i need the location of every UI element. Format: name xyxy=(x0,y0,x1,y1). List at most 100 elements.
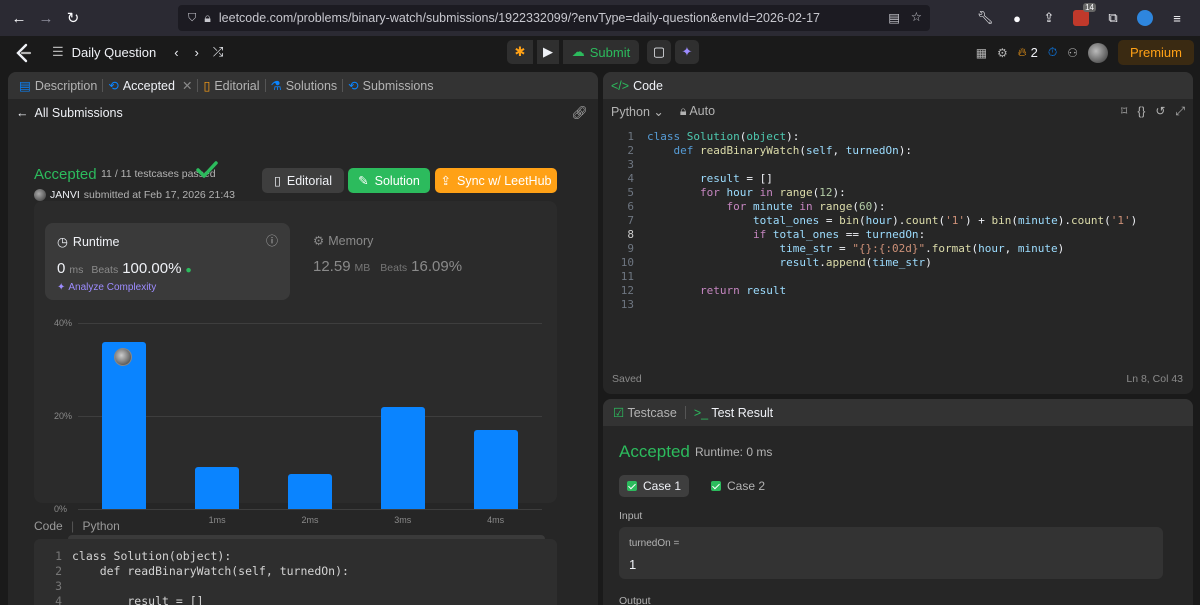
bookmark-star-icon[interactable]: ☆ xyxy=(911,9,922,24)
extension-avatar-icon[interactable]: ● xyxy=(1006,7,1028,29)
chip-icon: ⚙ xyxy=(313,234,325,248)
premium-button[interactable]: Premium xyxy=(1117,40,1194,65)
settings-gear-icon[interactable]: ⚙ xyxy=(997,46,1008,60)
runtime-beats-label: Beats xyxy=(91,264,119,276)
share-link-icon[interactable]: 🔗︎ xyxy=(571,105,588,121)
submit-button[interactable]: ☁ Submit xyxy=(563,40,639,64)
tab-editorial[interactable]: ▯ Editorial xyxy=(198,78,264,94)
output-label: Output xyxy=(619,595,651,605)
bookmark-icon[interactable]: ⌑ xyxy=(1121,104,1127,119)
y-tick-label: 0% xyxy=(54,504,68,514)
info-icon[interactable]: ⓘ xyxy=(266,232,278,249)
tab-description[interactable]: ▤ Description xyxy=(14,78,102,94)
url-text: leetcode.com/problems/binary-watch/submi… xyxy=(218,11,820,25)
runtime-value: 0 xyxy=(57,260,66,277)
runtime-unit: ms xyxy=(69,264,84,276)
timer-icon[interactable]: ⏱ xyxy=(1048,45,1057,60)
daily-question-link[interactable]: Daily Question xyxy=(72,45,157,60)
left-tabs: ▤ Description ⟲ Accepted ✕ ▯ Editorial ⚗ Solu… xyxy=(8,72,598,99)
input-box: turnedOn = 1 xyxy=(619,527,1163,579)
back-arrow-icon[interactable]: ← xyxy=(8,7,30,29)
debug-icon[interactable]: ✱ xyxy=(507,40,533,64)
y-tick-label: 20% xyxy=(54,411,73,421)
braces-icon[interactable]: {} xyxy=(1137,104,1145,119)
code-line: 1 class Solution(object): xyxy=(55,549,232,563)
all-submissions-link[interactable]: ← All Submissions xyxy=(16,106,123,120)
chart-bar-3ms[interactable] xyxy=(380,406,425,509)
editorial-button[interactable]: ▯ Editorial xyxy=(262,168,344,193)
runtime-label: Runtime xyxy=(72,234,120,249)
extension-badge-count: 14 xyxy=(1083,3,1096,12)
language-select[interactable]: Python ⌄ xyxy=(611,104,664,119)
lock-icon: 🔒︎ xyxy=(679,104,687,118)
user-avatar[interactable] xyxy=(1087,42,1108,63)
history-icon: ⟲ xyxy=(348,79,359,93)
menu-icon[interactable]: ≡ xyxy=(1166,7,1188,29)
user-position-avatar xyxy=(114,347,133,366)
reset-icon[interactable]: ↺ xyxy=(1155,104,1165,119)
submitter-info: JANVI submitted at Feb 17, 2026 21:43 xyxy=(34,189,235,201)
code-line: 3 xyxy=(55,579,62,593)
result-status: Accepted xyxy=(619,442,690,461)
cursor-position: Ln 8, Col 43 xyxy=(1126,373,1183,385)
editor-body[interactable]: 1 class Solution(object): 2 def readBinar… xyxy=(603,124,1193,384)
case-1-tab[interactable]: Case 1 xyxy=(619,475,690,497)
auto-mode[interactable]: 🔒︎ Auto xyxy=(680,104,715,119)
extension-badge-icon[interactable]: 14 xyxy=(1070,3,1096,29)
share-icon[interactable]: ⇪ xyxy=(1038,7,1060,29)
expand-icon[interactable]: ⤢ xyxy=(1175,104,1185,119)
code-line: 4 result = [] xyxy=(55,594,204,605)
reader-icon[interactable]: ▤ xyxy=(888,10,900,25)
x-tick-label: 3ms xyxy=(394,515,412,525)
wrench-icon[interactable]: 🔧︎ xyxy=(974,7,996,29)
code-icon: </> xyxy=(611,78,630,93)
code-editor-panel: </> Code Python ⌄ 🔒︎ Auto ⌑ {} ↺ ⤢ 1 clas… xyxy=(603,72,1193,394)
tab-accepted[interactable]: ⟲ Accepted ✕ xyxy=(103,78,197,94)
chart-bar-0ms[interactable] xyxy=(102,341,147,509)
tab-test-result[interactable]: >_ Test Result xyxy=(694,406,773,420)
profile-icon[interactable] xyxy=(1134,7,1156,29)
input-label: Input xyxy=(619,510,643,522)
layout-icon[interactable]: ▦ xyxy=(976,46,987,60)
chart-bar-1ms[interactable] xyxy=(195,467,240,509)
runtime-card[interactable]: ◷ Runtime ⓘ 0 ms Beats 100.00% ● ✦ Analyze… xyxy=(45,223,290,300)
submitter-name[interactable]: JANVI xyxy=(50,189,80,201)
solution-button[interactable]: ✎ Solution xyxy=(348,168,430,193)
analyze-complexity-link[interactable]: ✦ Analyze Complexity xyxy=(57,282,156,293)
prev-problem-icon[interactable]: ‹ xyxy=(174,45,178,60)
leetcode-logo-icon[interactable] xyxy=(14,43,34,63)
clock-icon: ◷ xyxy=(57,235,68,249)
upload-icon: ⇪ xyxy=(440,174,451,188)
problem-list-icon[interactable]: ☰ xyxy=(52,44,64,60)
memory-tab[interactable]: ⚙ Memory xyxy=(313,233,373,249)
chart-bar-2ms[interactable] xyxy=(288,474,332,509)
chart-bar-4ms[interactable] xyxy=(473,429,518,509)
result-runtime: Runtime: 0 ms xyxy=(695,445,773,459)
tab-submissions[interactable]: ⟲ Submissions xyxy=(343,78,438,94)
puzzle-icon[interactable]: ⧉ xyxy=(1102,7,1124,29)
check-icon xyxy=(196,161,218,178)
sync-leethub-button[interactable]: ⇪ Sync w/ LeetHub xyxy=(435,168,557,193)
next-problem-icon[interactable]: › xyxy=(195,45,199,60)
tab-testcase[interactable]: ☑ Testcase xyxy=(613,405,677,420)
reload-icon[interactable]: ↻ xyxy=(62,7,84,29)
run-icon[interactable]: ▶ xyxy=(537,40,559,64)
add-friend-icon[interactable]: ⚇ xyxy=(1067,46,1078,60)
book-icon: ▯ xyxy=(273,174,281,188)
notes-icon[interactable]: ▢ xyxy=(647,40,671,64)
case-2-tab[interactable]: Case 2 xyxy=(703,475,773,497)
tab-solutions[interactable]: ⚗ Solutions xyxy=(266,78,343,94)
forward-arrow-icon[interactable]: → xyxy=(35,7,57,29)
test-result-panel: ☑ Testcase >_ Test Result Accepted Runti… xyxy=(603,399,1193,605)
code-header: Code | Python xyxy=(34,519,120,533)
y-tick-label: 40% xyxy=(54,318,73,328)
edit-icon: ✎ xyxy=(358,174,369,188)
streak-fire-icon[interactable]: 🔥︎ xyxy=(1018,45,1027,60)
memory-value: 12.59 xyxy=(313,258,351,275)
address-bar[interactable]: ⛉ 🔒︎ leetcode.com/problems/binary-watch/… xyxy=(178,5,930,31)
ai-sparkle-icon[interactable]: ✦ xyxy=(675,40,699,64)
submitter-avatar xyxy=(34,189,46,201)
shuffle-icon[interactable]: ⤮ xyxy=(213,44,223,60)
memory-beats-label: Beats xyxy=(380,262,408,274)
close-tab-icon[interactable]: ✕ xyxy=(182,78,192,93)
